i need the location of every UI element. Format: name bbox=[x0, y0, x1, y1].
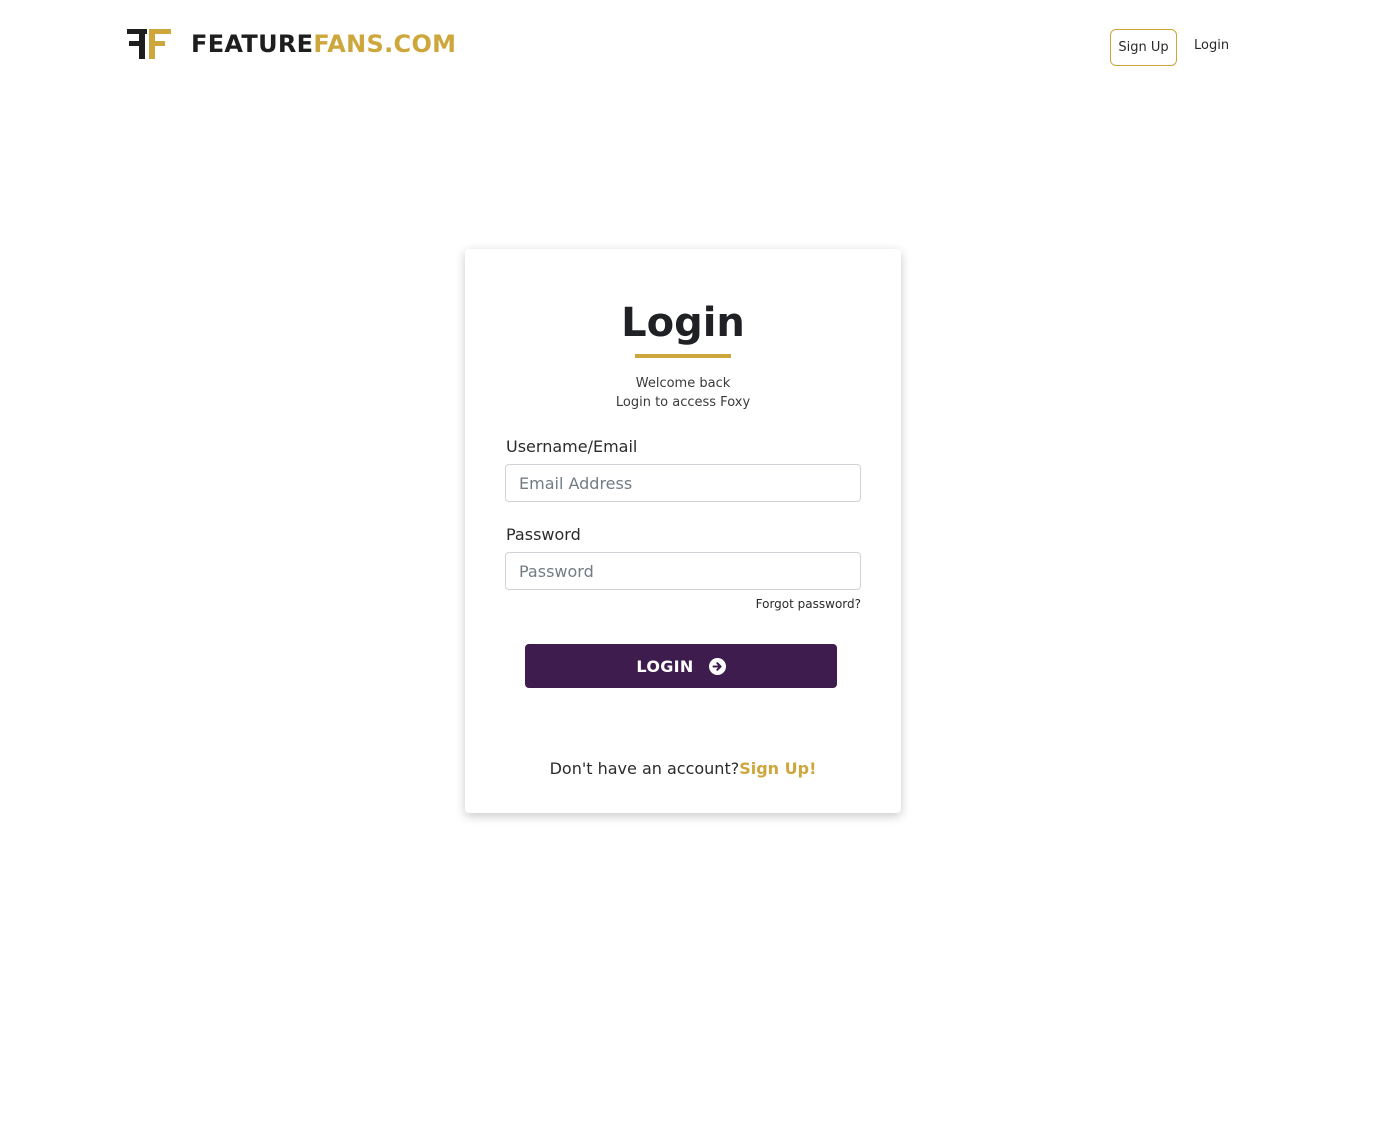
signup-link[interactable]: Sign Up! bbox=[739, 759, 816, 778]
login-button-label: LOGIN bbox=[636, 656, 694, 676]
password-label: Password bbox=[506, 525, 581, 544]
login-title: Login bbox=[621, 300, 745, 346]
welcome-text: Welcome back bbox=[635, 376, 731, 391]
login-button[interactable]: LOGIN bbox=[525, 644, 837, 688]
signup-prompt: Don't have an account?Sign Up! bbox=[0, 758, 1366, 780]
header-signup-button[interactable]: Sign Up bbox=[1110, 29, 1177, 66]
logo-text: FEATUREFANS.COM bbox=[191, 29, 456, 59]
password-input[interactable] bbox=[505, 552, 861, 590]
access-text: Login to access Foxy bbox=[615, 395, 751, 410]
title-underline bbox=[635, 354, 731, 358]
site-header: FEATUREFANS.COM Sign Up Login bbox=[0, 0, 1381, 90]
email-input[interactable] bbox=[505, 464, 861, 502]
forgot-password-link[interactable]: Forgot password? bbox=[661, 596, 861, 613]
arrow-circle-right-icon bbox=[708, 657, 726, 675]
logo-word-feature: FEATURE bbox=[191, 30, 314, 58]
no-account-text: Don't have an account? bbox=[549, 759, 740, 778]
ff-logo-icon bbox=[127, 29, 171, 59]
site-logo[interactable]: FEATUREFANS.COM bbox=[127, 28, 456, 60]
header-login-link[interactable]: Login bbox=[1194, 37, 1229, 55]
logo-word-fans: FANS.COM bbox=[313, 30, 457, 58]
username-label: Username/Email bbox=[506, 437, 638, 456]
